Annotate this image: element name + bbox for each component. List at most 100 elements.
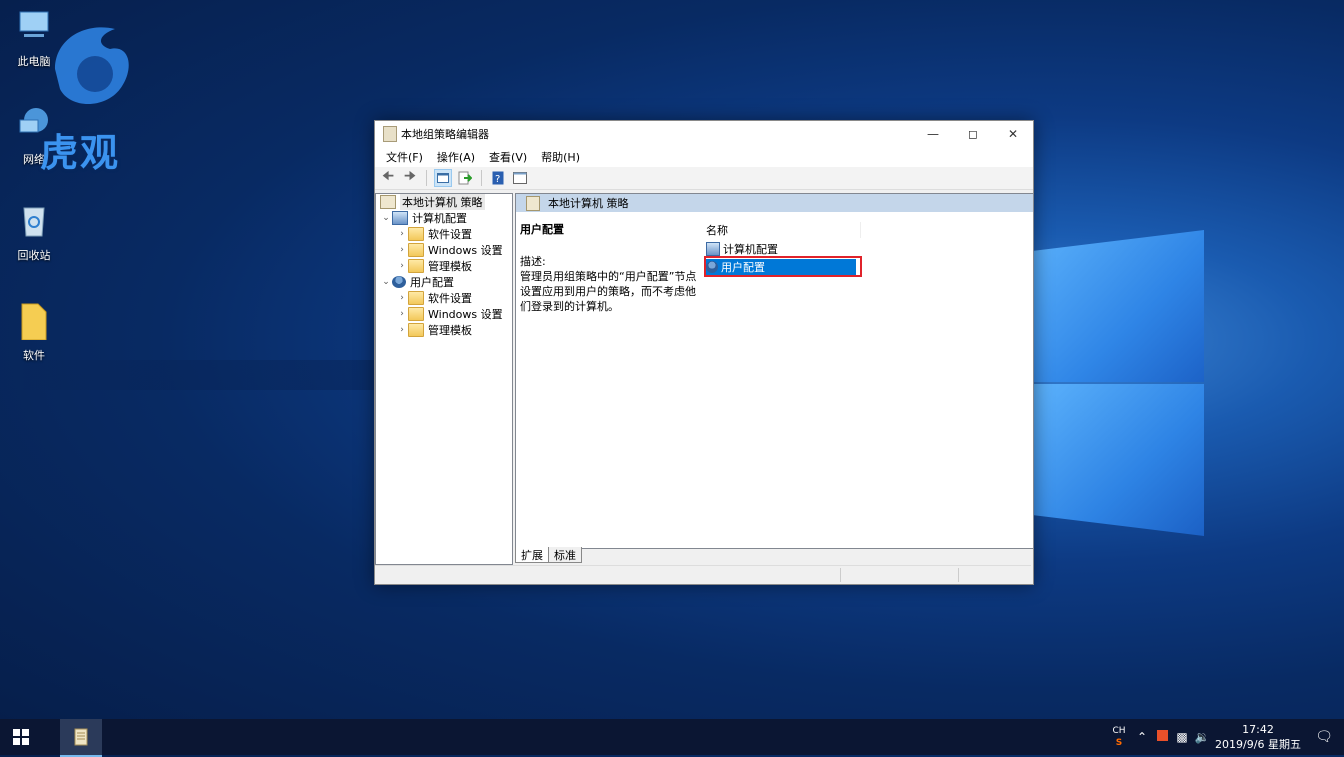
system-tray: CH S ⌃ ▩ 🔉 17:42 2019/9/6 星期五 🗨	[1106, 719, 1344, 755]
title-bar[interactable]: 本地组策略编辑器 — ◻ ✕	[375, 121, 1033, 147]
description-title: 用户配置	[520, 223, 564, 236]
forward-icon[interactable]: 🠊	[401, 169, 419, 187]
chevron-right-icon[interactable]: ›	[396, 293, 408, 303]
tab-extended[interactable]: 扩展	[515, 547, 549, 563]
folder-icon	[408, 291, 424, 305]
tree-node-label: 软件设置	[428, 228, 472, 241]
column-header-name[interactable]: 名称	[706, 222, 861, 238]
menu-file[interactable]: 文件(F)	[379, 149, 430, 165]
desktop-icon-software-folder[interactable]: 软件	[4, 300, 64, 363]
policy-app-icon	[74, 728, 88, 746]
clock[interactable]: 17:42 2019/9/6 星期五	[1212, 722, 1304, 752]
chevron-right-icon[interactable]: ›	[396, 325, 408, 335]
watermark-logo: 虎观	[40, 14, 150, 175]
user-icon	[392, 276, 406, 288]
chevron-right-icon[interactable]: ›	[396, 309, 408, 319]
sogou-ime-icon: S	[1115, 738, 1123, 748]
tree-node-computer-admin-templates[interactable]: › 管理模板	[376, 258, 512, 274]
clock-date: 2019/9/6 星期五	[1215, 738, 1301, 751]
highlight-box	[704, 256, 862, 277]
svg-text:?: ?	[495, 174, 500, 185]
chevron-right-icon[interactable]: ›	[396, 245, 408, 255]
maximize-button[interactable]: ◻	[953, 121, 993, 147]
folder-icon	[21, 303, 47, 341]
chevron-down-icon[interactable]: ⌄	[380, 277, 392, 287]
desktop-icon-label: 回收站	[17, 249, 51, 262]
folder-icon	[408, 259, 424, 273]
desktop-icon-recycle-bin[interactable]: 回收站	[4, 200, 64, 263]
watermark-text: 虎观	[40, 131, 121, 175]
computer-icon	[392, 211, 408, 225]
tree-node-label: 本地计算机 策略	[400, 194, 485, 210]
taskbar: CH S ⌃ ▩ 🔉 17:42 2019/9/6 星期五 🗨	[0, 719, 1344, 757]
ime-indicator[interactable]: CH S	[1106, 725, 1132, 749]
menu-action[interactable]: 操作(A)	[430, 149, 482, 165]
window-title: 本地组策略编辑器	[401, 128, 489, 141]
folder-icon	[408, 243, 424, 257]
details-header-title: 本地计算机 策略	[548, 197, 629, 210]
tree-node-label: Windows 设置	[428, 244, 503, 257]
export-list-icon[interactable]	[456, 169, 474, 187]
description-text: 管理员用组策略中的“用户配置”节点设置应用到用户的策略，而不考虑他们登录到的计算…	[520, 270, 697, 313]
windows-hero-logo	[1020, 210, 1344, 550]
policy-icon	[380, 195, 396, 209]
ime-label: CH	[1112, 726, 1126, 736]
tree-node-label: 管理模板	[428, 260, 472, 273]
status-bar	[375, 565, 1031, 584]
tree-node-user-admin-templates[interactable]: › 管理模板	[376, 322, 512, 338]
list-item-label: 计算机配置	[723, 243, 778, 256]
tree-pane[interactable]: 本地计算机 策略 ⌄ 计算机配置 › 软件设置 › Windows 设置 › 管…	[375, 193, 513, 565]
description-panel: 用户配置 描述: 管理员用组策略中的“用户配置”节点设置应用到用户的策略，而不考…	[520, 222, 700, 314]
chevron-right-icon[interactable]: ›	[396, 261, 408, 271]
menu-bar: 文件(F) 操作(A) 查看(V) 帮助(H)	[375, 147, 1033, 167]
description-label: 描述:	[520, 255, 546, 268]
list-item-computer-config[interactable]: 计算机配置	[706, 241, 778, 257]
properties-icon[interactable]	[511, 169, 529, 187]
tree-node-label: 用户配置	[410, 276, 454, 289]
tree-node-label: Windows 设置	[428, 308, 503, 321]
folder-icon	[408, 227, 424, 241]
volume-icon[interactable]: 🔉	[1192, 730, 1212, 744]
tree-node-computer-windows-settings[interactable]: › Windows 设置	[376, 242, 512, 258]
toolbar: 🠈 🠊 ?	[375, 167, 1033, 190]
tab-standard[interactable]: 标准	[548, 547, 582, 563]
view-tabs: 扩展 标准	[515, 547, 582, 563]
back-icon[interactable]: 🠈	[379, 169, 397, 187]
show-hidden-icons-chevron-icon[interactable]: ⌃	[1132, 730, 1152, 744]
taskbar-app-gpedit[interactable]	[60, 719, 102, 757]
help-icon[interactable]: ?	[489, 169, 507, 187]
folder-icon	[408, 307, 424, 321]
close-button[interactable]: ✕	[993, 121, 1033, 147]
details-header: 本地计算机 策略	[516, 194, 1033, 212]
chevron-right-icon[interactable]: ›	[396, 229, 408, 239]
policy-app-icon	[383, 126, 397, 142]
tree-node-user-software-settings[interactable]: › 软件设置	[376, 290, 512, 306]
tree-node-computer-config[interactable]: ⌄ 计算机配置	[376, 210, 512, 226]
details-pane: 本地计算机 策略 用户配置 描述: 管理员用组策略中的“用户配置”节点设置应用到…	[515, 193, 1034, 549]
tiger-logo-icon	[55, 27, 129, 104]
tree-node-root[interactable]: 本地计算机 策略	[376, 194, 512, 210]
windows-start-icon	[13, 729, 29, 745]
minimize-button[interactable]: —	[913, 121, 953, 147]
tree-node-user-config[interactable]: ⌄ 用户配置	[376, 274, 512, 290]
desktop-icon-label: 软件	[23, 349, 45, 362]
menu-view[interactable]: 查看(V)	[482, 149, 534, 165]
folder-icon	[408, 323, 424, 337]
tree-node-user-windows-settings[interactable]: › Windows 设置	[376, 306, 512, 322]
notification-center-icon[interactable]: 🗨	[1304, 729, 1344, 745]
tree-node-label: 计算机配置	[412, 212, 467, 225]
show-hide-tree-icon[interactable]	[434, 169, 452, 187]
gpedit-window: 本地组策略编辑器 — ◻ ✕ 文件(F) 操作(A) 查看(V) 帮助(H) 🠈…	[374, 120, 1034, 585]
network-tray-icon[interactable]: ▩	[1172, 730, 1192, 744]
menu-help[interactable]: 帮助(H)	[534, 149, 587, 165]
tree-node-label: 软件设置	[428, 292, 472, 305]
chevron-down-icon[interactable]: ⌄	[380, 213, 392, 223]
start-button[interactable]	[0, 719, 42, 755]
app-tray-icon[interactable]	[1152, 730, 1172, 744]
policy-icon	[526, 195, 540, 211]
tree-node-label: 管理模板	[428, 324, 472, 337]
clock-time: 17:42	[1242, 723, 1274, 736]
computer-icon	[706, 242, 720, 256]
tree-node-computer-software-settings[interactable]: › 软件设置	[376, 226, 512, 242]
recycle-bin-icon	[23, 207, 45, 237]
